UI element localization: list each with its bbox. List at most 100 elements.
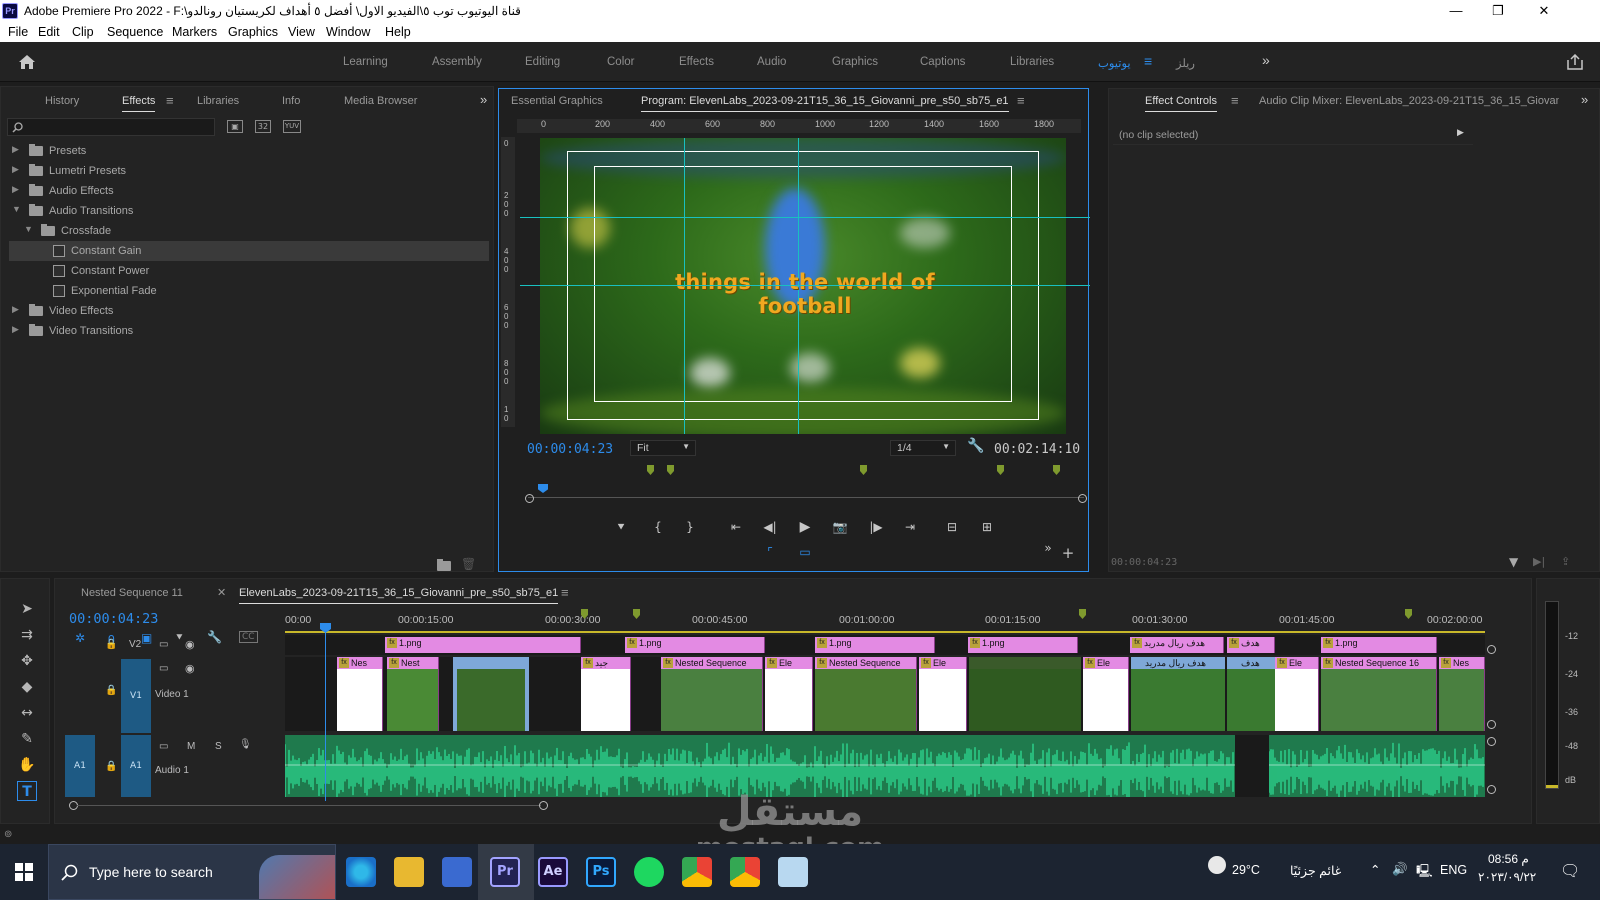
- windows-start-icon[interactable]: [15, 863, 33, 881]
- maximize-button[interactable]: ❐: [1478, 2, 1518, 20]
- toggle-sync-icon[interactable]: ▭: [159, 663, 168, 674]
- home-icon[interactable]: [18, 54, 36, 70]
- program-video-frame[interactable]: things in the world of football: [540, 138, 1066, 434]
- timeline-menu-icon[interactable]: ≡: [561, 585, 569, 600]
- timeline-playhead[interactable]: [320, 623, 331, 801]
- tree-item-audio-transitions[interactable]: ▼ Audio Transitions: [9, 201, 489, 221]
- slip-tool-icon[interactable]: ↔: [17, 703, 37, 723]
- tab-active-sequence[interactable]: ElevenLabs_2023-09-21T15_36_15_Giovanni_…: [239, 587, 559, 604]
- clip[interactable]: fx هدف: [1227, 637, 1275, 653]
- panel-overflow-icon[interactable]: »: [480, 92, 487, 107]
- workspace-assembly[interactable]: Assembly: [432, 56, 482, 68]
- spotify-icon[interactable]: [634, 857, 664, 887]
- trash-icon[interactable]: 🗑: [461, 557, 476, 571]
- workspace-captions[interactable]: Captions: [920, 56, 965, 68]
- network-icon[interactable]: 🖳: [1416, 862, 1433, 883]
- track-a1-source[interactable]: A1: [65, 735, 95, 797]
- guide-line[interactable]: [520, 217, 1090, 218]
- hand-tool-icon[interactable]: ✋: [17, 755, 37, 775]
- time-ruler[interactable]: 00:00 00:00:15:00 00:00:30:00 00:00:45:0…: [285, 609, 1485, 631]
- lock-icon[interactable]: 🔒: [105, 639, 117, 650]
- overlay-title-text[interactable]: things in the world of football: [625, 270, 985, 318]
- mark-in-icon[interactable]: {: [648, 519, 668, 535]
- tree-item-crossfade[interactable]: ▼ Crossfade: [9, 221, 489, 241]
- clip[interactable]: fx Nested Sequence 16: [1321, 657, 1437, 731]
- workspace-youtube[interactable]: يوتيوب: [1098, 56, 1131, 70]
- go-to-out-icon[interactable]: ⇥: [900, 519, 920, 535]
- show-hidden-icons-icon[interactable]: ⌃: [1370, 862, 1380, 877]
- weather-temperature[interactable]: 29°C: [1232, 863, 1260, 877]
- toggle-sync-icon[interactable]: ▭: [159, 741, 168, 752]
- workspace-audio[interactable]: Audio: [757, 56, 786, 68]
- clip[interactable]: [453, 657, 529, 731]
- button-editor-overflow-icon[interactable]: »: [1038, 540, 1058, 556]
- chevron-right-icon[interactable]: ▶: [12, 184, 19, 195]
- zoom-dropdown[interactable]: Fit ▼: [630, 440, 696, 456]
- export-icon[interactable]: ⇪: [1561, 555, 1570, 568]
- tab-history[interactable]: History: [45, 95, 79, 107]
- tab-audio-clip-mixer[interactable]: Audio Clip Mixer: ElevenLabs_2023-09-21T…: [1259, 95, 1559, 107]
- zoom-scroll-end-handle[interactable]: [539, 801, 548, 810]
- microsoft-store-icon[interactable]: [442, 857, 472, 887]
- workspace-color[interactable]: Color: [607, 56, 634, 68]
- audio-clip[interactable]: [1269, 735, 1485, 797]
- horizontal-zoom-scrollbar[interactable]: [77, 805, 541, 806]
- play-only-audio-icon[interactable]: ▶|: [1533, 555, 1545, 568]
- clip[interactable]: fx Ele: [1275, 657, 1319, 731]
- accelerated-effects-icon[interactable]: ▣: [227, 120, 243, 133]
- tab-effects[interactable]: Effects: [122, 95, 156, 112]
- tab-info[interactable]: Info: [282, 95, 300, 107]
- eye-icon[interactable]: ◉: [185, 638, 195, 651]
- menu-help[interactable]: Help: [385, 25, 411, 39]
- chevron-down-icon[interactable]: ▼: [12, 204, 21, 214]
- tree-item-presets[interactable]: ▶ Presets: [9, 141, 489, 161]
- insert-icon[interactable]: ⊟: [942, 519, 962, 535]
- work-area-bar[interactable]: [285, 631, 1485, 633]
- step-back-icon[interactable]: ◀|: [760, 519, 780, 535]
- minimize-button[interactable]: —: [1436, 2, 1476, 20]
- lock-icon[interactable]: 🔒: [105, 761, 117, 772]
- tree-item-constant-power[interactable]: Constant Power: [9, 261, 489, 281]
- comparison-view-icon[interactable]: ▭: [795, 544, 815, 560]
- track-v2-label[interactable]: V2: [129, 639, 141, 650]
- close-tab-icon[interactable]: ✕: [217, 586, 226, 599]
- razor-tool-icon[interactable]: ◆: [17, 677, 37, 697]
- clip[interactable]: هدف ريال مدريد: [1131, 657, 1225, 731]
- tab-effect-controls[interactable]: Effect Controls: [1145, 95, 1217, 112]
- resolution-dropdown[interactable]: 1/4 ▼: [890, 440, 956, 456]
- play-icon[interactable]: ▶: [1457, 128, 1464, 138]
- track-a1-target[interactable]: A1: [121, 735, 151, 797]
- paint-icon[interactable]: [778, 857, 808, 887]
- guide-line[interactable]: [520, 285, 1090, 286]
- scrub-end-handle[interactable]: [1078, 494, 1087, 503]
- weather-description[interactable]: غائم جزئيًا: [1290, 863, 1341, 878]
- export-frame-icon[interactable]: 📷: [830, 519, 850, 535]
- render-status-icon[interactable]: ⊚: [4, 829, 12, 840]
- clip[interactable]: fx 1.png: [625, 637, 765, 653]
- language-indicator[interactable]: ENG: [1440, 863, 1467, 877]
- chevron-down-icon[interactable]: ▼: [24, 224, 33, 234]
- menu-window[interactable]: Window: [326, 25, 370, 39]
- clip[interactable]: fx 1.png: [1321, 637, 1437, 653]
- clip[interactable]: fx 1.png: [815, 637, 935, 653]
- chevron-right-icon[interactable]: ▶: [12, 144, 19, 155]
- vertical-scroll-handle[interactable]: [1487, 785, 1496, 794]
- clip[interactable]: هدف: [1227, 657, 1275, 731]
- clock-time[interactable]: 08:56 م: [1488, 852, 1529, 866]
- taskbar-search-box[interactable]: Type here to search: [48, 844, 336, 900]
- selection-tool-icon[interactable]: ➤: [17, 599, 37, 619]
- clip[interactable]: fx Ele: [1083, 657, 1129, 731]
- new-bin-icon[interactable]: [437, 559, 451, 571]
- effect-controls-menu-icon[interactable]: ≡: [1231, 93, 1239, 108]
- weather-icon[interactable]: [1208, 856, 1226, 874]
- add-button-icon[interactable]: +: [1058, 545, 1078, 561]
- tab-libraries[interactable]: Libraries: [197, 95, 239, 107]
- vertical-scroll-handle[interactable]: [1487, 720, 1496, 729]
- pen-tool-icon[interactable]: ✎: [17, 729, 37, 749]
- step-forward-icon[interactable]: |▶: [866, 519, 886, 535]
- track-v1-target[interactable]: V1: [121, 659, 151, 733]
- notifications-icon[interactable]: 🗨: [1560, 861, 1580, 881]
- file-explorer-icon[interactable]: [394, 857, 424, 887]
- workspace-libraries[interactable]: Libraries: [1010, 56, 1054, 68]
- workspace-learning[interactable]: Learning: [343, 56, 388, 68]
